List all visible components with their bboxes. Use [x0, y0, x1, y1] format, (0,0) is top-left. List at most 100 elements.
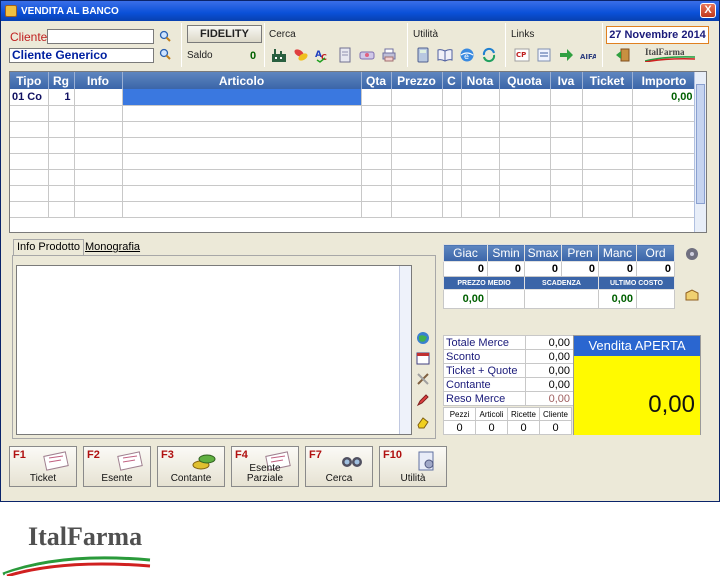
cell-tipo[interactable]: [10, 137, 49, 154]
refresh-icon[interactable]: [481, 47, 497, 63]
cell-rg[interactable]: [48, 169, 75, 186]
cell-ticket[interactable]: [582, 105, 633, 122]
calculator-icon[interactable]: [415, 47, 431, 63]
cell-tipo[interactable]: [10, 153, 49, 170]
cell-c[interactable]: [442, 201, 462, 218]
tab-info-prodotto[interactable]: Info Prodotto: [13, 239, 84, 256]
table-row[interactable]: 01 Co 1 0,00: [10, 89, 697, 106]
cell-nota[interactable]: [461, 121, 500, 138]
cell-importo[interactable]: [632, 121, 697, 138]
fkey-button-f10[interactable]: F10 Utilità: [379, 446, 447, 487]
cell-qta[interactable]: [361, 169, 392, 186]
cell-tipo[interactable]: [10, 121, 49, 138]
column-header[interactable]: Tipo: [10, 72, 49, 89]
cell-tipo[interactable]: [10, 185, 49, 202]
cell-qta[interactable]: [361, 121, 392, 138]
cell-nota[interactable]: [461, 89, 500, 106]
cell-articolo[interactable]: [122, 137, 362, 154]
globe-icon[interactable]: [416, 331, 430, 345]
cell-articolo[interactable]: [122, 169, 362, 186]
scanner-icon[interactable]: [359, 47, 375, 63]
column-header[interactable]: Rg: [48, 72, 75, 89]
fkey-button-f7[interactable]: F7 Cerca: [305, 446, 373, 487]
fkey-button-f1[interactable]: F1 Ticket: [9, 446, 77, 487]
cell-qta[interactable]: [361, 201, 392, 218]
cell-info[interactable]: [74, 137, 123, 154]
cell-c[interactable]: [442, 121, 462, 138]
pencil-icon[interactable]: [416, 393, 430, 407]
cell-rg[interactable]: [48, 185, 75, 202]
cell-rg[interactable]: [48, 201, 75, 218]
cell-iva[interactable]: [550, 105, 583, 122]
column-header[interactable]: Qta: [361, 72, 392, 89]
cell-nota[interactable]: [461, 185, 500, 202]
cell-rg[interactable]: 1: [48, 89, 75, 106]
cell-importo[interactable]: [632, 201, 697, 218]
cell-quota[interactable]: [499, 185, 551, 202]
cell-c[interactable]: [442, 153, 462, 170]
cell-importo[interactable]: [632, 105, 697, 122]
column-header[interactable]: Importo: [632, 72, 697, 89]
search-icon[interactable]: [159, 48, 171, 60]
cell-qta[interactable]: [361, 89, 392, 106]
title-bar[interactable]: VENDITA AL BANCO: [1, 1, 719, 21]
fkey-button-f2[interactable]: F2 Esente: [83, 446, 151, 487]
cell-quota[interactable]: [499, 121, 551, 138]
table-row[interactable]: [10, 185, 697, 202]
cell-quota[interactable]: [499, 89, 551, 106]
cell-iva[interactable]: [550, 153, 583, 170]
cell-ticket[interactable]: [582, 201, 633, 218]
browser-icon[interactable]: e: [459, 47, 475, 63]
cell-c[interactable]: [442, 105, 462, 122]
cell-nota[interactable]: [461, 153, 500, 170]
link-document-icon[interactable]: [536, 47, 552, 63]
column-header[interactable]: Nota: [461, 72, 500, 89]
column-header[interactable]: Prezzo: [391, 72, 443, 89]
fkey-button-f4[interactable]: F4 Esente Parziale: [231, 446, 299, 487]
percent-button[interactable]: %: [487, 289, 525, 309]
column-header[interactable]: Iva: [550, 72, 583, 89]
disk-icon[interactable]: [685, 247, 699, 261]
cell-importo[interactable]: [632, 153, 697, 170]
cell-prezzo[interactable]: [391, 105, 443, 122]
cell-prezzo[interactable]: [391, 153, 443, 170]
product-info-textarea[interactable]: [16, 265, 412, 435]
cell-nota[interactable]: [461, 201, 500, 218]
cell-importo[interactable]: [632, 169, 697, 186]
info-scrollbar[interactable]: [399, 266, 411, 434]
column-header[interactable]: Ticket: [582, 72, 633, 89]
cell-info[interactable]: [74, 89, 123, 106]
cell-quota[interactable]: [499, 169, 551, 186]
cell-ticket[interactable]: [582, 185, 633, 202]
cell-articolo[interactable]: [122, 89, 362, 106]
cell-qta[interactable]: [361, 137, 392, 154]
customer-name-field[interactable]: Cliente Generico: [9, 48, 154, 63]
fidelity-button[interactable]: FIDELITY: [187, 25, 262, 43]
aifa-icon[interactable]: AIFA: [580, 47, 596, 63]
book-icon[interactable]: [437, 47, 453, 63]
print-icon[interactable]: [381, 47, 397, 63]
cell-iva[interactable]: [550, 169, 583, 186]
cell-ticket[interactable]: [582, 89, 633, 106]
calendar-icon[interactable]: [416, 351, 430, 365]
cell-prezzo[interactable]: [391, 201, 443, 218]
column-header[interactable]: C: [442, 72, 462, 89]
cell-info[interactable]: [74, 201, 123, 218]
tools-icon[interactable]: [416, 372, 430, 386]
fkey-button-f3[interactable]: F3 Contante: [157, 446, 225, 487]
column-header[interactable]: Articolo: [122, 72, 362, 89]
cell-articolo[interactable]: [122, 121, 362, 138]
arrow-right-icon[interactable]: [558, 47, 574, 63]
cell-articolo[interactable]: [122, 201, 362, 218]
cell-prezzo[interactable]: [391, 89, 443, 106]
cell-quota[interactable]: [499, 201, 551, 218]
close-button[interactable]: X: [700, 3, 716, 18]
cell-ticket[interactable]: [582, 153, 633, 170]
factory-icon[interactable]: [271, 47, 287, 63]
document-icon[interactable]: [337, 47, 353, 63]
cell-info[interactable]: [74, 121, 123, 138]
cell-prezzo[interactable]: [391, 137, 443, 154]
cell-prezzo[interactable]: [391, 169, 443, 186]
cell-tipo[interactable]: 01 Co: [10, 89, 49, 106]
cell-tipo[interactable]: [10, 201, 49, 218]
